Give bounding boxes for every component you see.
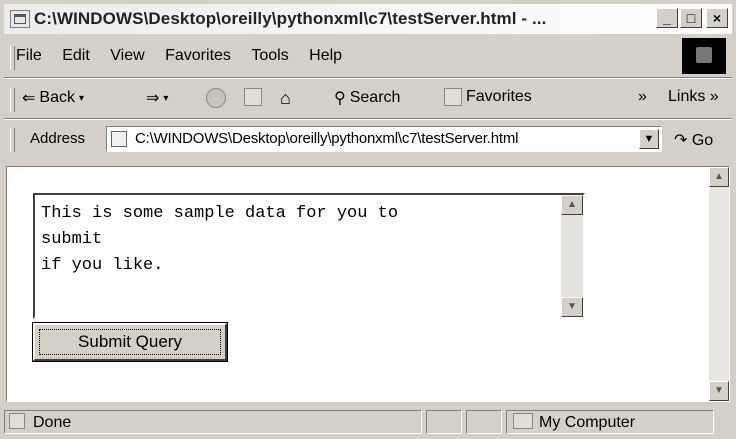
- page-scrollbar[interactable]: ▲ ▼: [709, 167, 729, 401]
- menu-edit[interactable]: Edit: [58, 40, 94, 72]
- status-pane-empty: [426, 410, 462, 434]
- back-dropdown-icon[interactable]: ▾: [79, 93, 84, 104]
- refresh-icon: [244, 88, 262, 106]
- back-arrow-icon: ⇐: [22, 90, 36, 107]
- submit-query-button[interactable]: Submit Query: [32, 322, 228, 362]
- menu-grip[interactable]: [10, 46, 15, 70]
- security-zone-pane: My Computer: [506, 410, 714, 434]
- stop-button[interactable]: [206, 88, 226, 108]
- browser-window: C:\WINDOWS\Desktop\oreilly\pythonxml\c7\…: [0, 0, 736, 439]
- forward-dropdown-icon[interactable]: ▾: [163, 93, 168, 104]
- go-button[interactable]: ↷ Go: [674, 130, 713, 150]
- menu-bar: File Edit View Favorites Tools Help: [4, 40, 672, 74]
- back-label: Back: [39, 89, 75, 106]
- window-title: C:\WINDOWS\Desktop\oreilly\pythonxml\c7\…: [34, 9, 547, 28]
- page-scroll-up-icon[interactable]: ▲: [709, 167, 729, 187]
- window-controls: _ □ ×: [656, 8, 728, 28]
- status-text: Done: [33, 414, 72, 431]
- refresh-button[interactable]: [244, 88, 262, 106]
- go-arrow-icon: ↷: [674, 132, 688, 149]
- scroll-down-icon[interactable]: ▼: [561, 297, 583, 317]
- status-pane-empty: [466, 410, 502, 434]
- page-content: This is some sample data for you to subm…: [6, 166, 730, 402]
- links-button[interactable]: Links »: [668, 88, 719, 106]
- sample-data-textarea[interactable]: This is some sample data for you to subm…: [33, 193, 585, 319]
- toolbar-overflow[interactable]: »: [638, 88, 647, 106]
- standard-toolbar: ⇐ Back ▾ ⇒ ▾ ⌂ ⚲ Search Favorites » Link…: [4, 82, 732, 116]
- address-value[interactable]: C:\WINDOWS\Desktop\oreilly\pythonxml\c7\…: [135, 130, 518, 147]
- maximize-button[interactable]: □: [680, 8, 702, 28]
- textarea-text[interactable]: This is some sample data for you to subm…: [41, 201, 551, 279]
- computer-icon: [513, 413, 533, 429]
- menu-favorites[interactable]: Favorites: [161, 40, 235, 72]
- menu-file[interactable]: File: [12, 40, 46, 72]
- address-bar: Address C:\WINDOWS\Desktop\oreilly\pytho…: [4, 122, 732, 156]
- search-icon: ⚲: [334, 90, 346, 107]
- minimize-button[interactable]: _: [656, 8, 678, 28]
- favorites-button[interactable]: Favorites: [444, 88, 532, 106]
- page-scroll-down-icon[interactable]: ▼: [709, 381, 729, 401]
- divider: [4, 77, 732, 79]
- status-pane: Done: [4, 410, 422, 434]
- address-dropdown-icon[interactable]: ▼: [639, 129, 659, 149]
- toolbar-grip[interactable]: [10, 88, 15, 112]
- zone-text: My Computer: [539, 414, 636, 431]
- title-bar[interactable]: C:\WINDOWS\Desktop\oreilly\pythonxml\c7\…: [4, 4, 732, 34]
- ie-page-icon: [10, 10, 30, 28]
- back-button[interactable]: ⇐ Back ▾: [22, 88, 84, 108]
- home-icon: ⌂: [280, 88, 291, 108]
- divider: [4, 118, 732, 120]
- address-grip[interactable]: [10, 128, 15, 152]
- menu-view[interactable]: View: [106, 40, 148, 72]
- scroll-up-icon[interactable]: ▲: [561, 195, 583, 215]
- textarea-scrollbar[interactable]: ▲ ▼: [561, 195, 583, 317]
- windows-logo: [682, 38, 726, 74]
- page-icon: [111, 131, 127, 147]
- status-bar: Done My Computer: [4, 408, 732, 436]
- address-label: Address: [30, 130, 86, 147]
- favorites-label: Favorites: [466, 88, 532, 105]
- address-input[interactable]: C:\WINDOWS\Desktop\oreilly\pythonxml\c7\…: [106, 126, 662, 152]
- go-label: Go: [691, 132, 714, 149]
- favorites-icon: [444, 88, 462, 106]
- close-button[interactable]: ×: [706, 8, 728, 28]
- search-button[interactable]: ⚲ Search: [334, 88, 400, 108]
- stop-icon: [206, 88, 226, 108]
- home-button[interactable]: ⌂: [280, 88, 291, 109]
- forward-arrow-icon: ⇒: [146, 90, 160, 107]
- done-page-icon: [9, 413, 25, 429]
- menu-help[interactable]: Help: [305, 40, 346, 72]
- submit-label: Submit Query: [39, 329, 221, 355]
- forward-button[interactable]: ⇒ ▾: [146, 88, 168, 108]
- menu-tools[interactable]: Tools: [247, 40, 292, 72]
- search-label: Search: [349, 89, 401, 106]
